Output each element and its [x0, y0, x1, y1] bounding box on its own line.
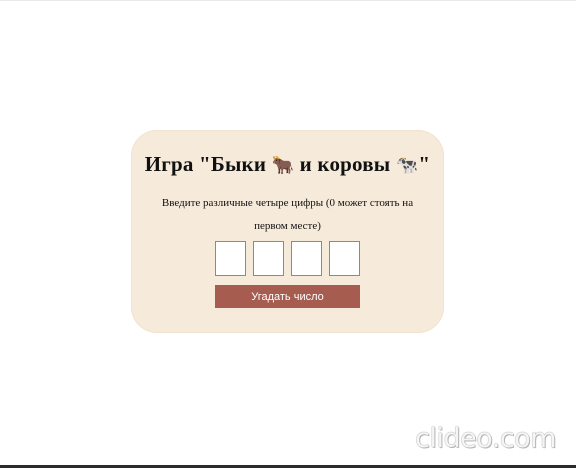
bull-icon: 🐂: [271, 155, 295, 176]
cow-icon: 🐄: [395, 155, 419, 176]
digit-inputs: [131, 241, 444, 276]
title-text: Игра "Быки: [144, 152, 272, 176]
digit-input-2[interactable]: [253, 241, 284, 276]
digit-input-3[interactable]: [291, 241, 322, 276]
game-title: Игра "Быки 🐂 и коровы 🐄": [131, 152, 444, 177]
clideo-watermark: clideo.com: [415, 423, 556, 454]
digit-input-4[interactable]: [329, 241, 360, 276]
guess-button[interactable]: Угадать число: [215, 285, 360, 308]
instruction-text: Введите различные четыре цифры (0 может …: [161, 197, 414, 232]
top-divider: [0, 0, 576, 1]
title-end: ": [418, 152, 431, 176]
game-card: Игра "Быки 🐂 и коровы 🐄" Введите различн…: [131, 130, 444, 333]
page: Игра "Быки 🐂 и коровы 🐄" Введите различн…: [0, 0, 576, 468]
digit-input-1[interactable]: [215, 241, 246, 276]
title-mid: и коровы: [294, 152, 396, 176]
